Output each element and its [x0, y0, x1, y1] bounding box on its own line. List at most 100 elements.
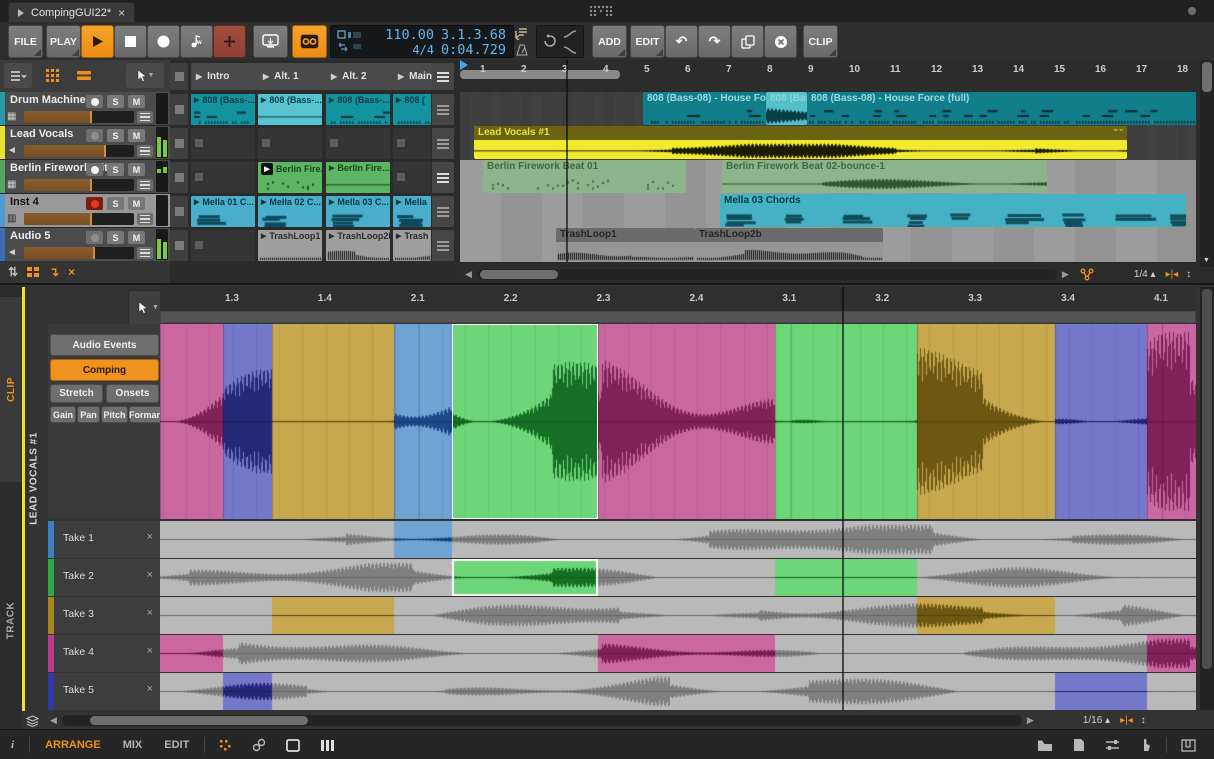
take-header[interactable]: Take 2×	[48, 559, 160, 596]
clip-play-icon[interactable]: ▶	[261, 96, 266, 104]
empty-clip-slot[interactable]	[326, 128, 390, 159]
take-delete-button[interactable]: ×	[147, 531, 153, 543]
tab-track[interactable]: TRACK	[0, 575, 22, 665]
comp-lane[interactable]	[160, 324, 1196, 519]
scroll-down-icon[interactable]: ▼	[1203, 257, 1210, 264]
arrangement-lane[interactable]: ⌄⌄Lead Vocals #1	[460, 126, 1196, 161]
return-to-arrangement-icon[interactable]: ↴	[49, 265, 59, 279]
zoom-to-fit-icon[interactable]: ▸|◂	[1120, 715, 1133, 726]
stop-button[interactable]	[114, 25, 147, 58]
launcher-clip[interactable]: ▶Mella 02 C...	[258, 196, 322, 227]
hscroll-thumb[interactable]	[480, 270, 558, 279]
clip-play-icon[interactable]: ▶	[194, 96, 199, 104]
file-panel-icon[interactable]	[1073, 738, 1085, 752]
volume-fader[interactable]	[24, 179, 134, 191]
track-row[interactable]: Lead VocalsSM◄	[0, 126, 170, 160]
vscroll-thumb[interactable]	[1202, 62, 1212, 92]
window-control-dot[interactable]	[1188, 7, 1196, 15]
clip-play-icon[interactable]: ▶	[329, 232, 334, 240]
launcher-clip[interactable]: ▶Mella 01 C...	[191, 196, 255, 227]
arrangement-clip[interactable]: Berlin Firework Beat 01	[483, 160, 686, 193]
record-arm-button[interactable]	[86, 129, 103, 142]
vscroll-thumb[interactable]	[1202, 289, 1212, 669]
scroll-left-icon[interactable]: ◀	[45, 715, 62, 726]
take-lane[interactable]	[160, 521, 1196, 558]
position-value[interactable]: 3.1.3.68	[436, 28, 506, 43]
empty-clip-slot[interactable]	[191, 230, 255, 261]
mute-button[interactable]: M	[128, 95, 145, 108]
link-icon[interactable]	[252, 738, 266, 752]
onsets-button[interactable]: Onsets	[106, 384, 159, 403]
comp-waveform[interactable]	[160, 324, 1196, 519]
view-mix[interactable]: MIX	[123, 739, 143, 751]
launcher-grid-toggle[interactable]	[40, 63, 64, 88]
clip-play-icon[interactable]: ▶	[396, 232, 401, 240]
track-layout-menu-button[interactable]	[4, 63, 32, 88]
take-waveform[interactable]	[160, 597, 1196, 634]
tempo-value[interactable]: 110.00	[372, 28, 434, 43]
volume-fader[interactable]	[24, 145, 134, 157]
hscroll-thumb[interactable]	[90, 716, 308, 725]
record-arm-button[interactable]	[86, 163, 103, 176]
clip-playing-icon[interactable]: ▶	[261, 163, 273, 175]
solo-button[interactable]: S	[107, 231, 124, 244]
arrangement-hscrollbar[interactable]	[477, 269, 1057, 280]
show-launcher-icon[interactable]	[219, 739, 232, 752]
gain-button[interactable]: Gain	[50, 406, 76, 423]
scene-cell-alt-1[interactable]: ▶Alt. 1	[258, 63, 327, 90]
volume-fader[interactable]	[24, 213, 134, 225]
launcher-clip[interactable]: ▶808 (	[393, 94, 431, 125]
lane-stack-icon[interactable]	[26, 715, 39, 727]
launcher-clip[interactable]: ▶808 (Bass-...	[258, 94, 322, 125]
play-button[interactable]	[81, 25, 114, 58]
mute-button[interactable]: M	[128, 197, 145, 210]
arrangement-lane[interactable]: Mella 03 Chords	[460, 194, 1196, 229]
audio-events-button[interactable]: Audio Events	[50, 334, 159, 356]
scroll-left-icon[interactable]: ◀	[460, 269, 477, 280]
take-delete-button[interactable]: ×	[147, 645, 153, 657]
add-button[interactable]: ADD	[592, 25, 627, 58]
solo-button[interactable]: S	[107, 129, 124, 142]
clip-menu-button[interactable]: CLIP	[803, 25, 838, 58]
track-stop-cell[interactable]	[170, 230, 188, 261]
track-menu-button[interactable]	[137, 247, 153, 259]
scroll-right-icon[interactable]: ▶	[1022, 715, 1039, 726]
undo-button[interactable]: ↶	[665, 25, 698, 58]
record-arm-button[interactable]	[86, 95, 103, 108]
single-panel-icon[interactable]	[286, 739, 300, 752]
stop-all-clips-icon[interactable]: ×	[68, 265, 75, 279]
comping-button[interactable]: Comping	[50, 359, 159, 381]
take-waveform[interactable]	[160, 635, 1196, 672]
solo-button[interactable]: S	[107, 95, 124, 108]
scene-play-icon[interactable]: ▶	[331, 72, 337, 81]
play-menu-button[interactable]: PLAY	[46, 25, 81, 58]
loop-button[interactable]	[541, 34, 559, 48]
solo-button[interactable]: S	[107, 163, 124, 176]
scene-cell-alt-2[interactable]: ▶Alt. 2	[326, 63, 395, 90]
track-stop-cell[interactable]	[170, 196, 188, 227]
pan-button[interactable]: Pan	[77, 406, 100, 423]
arrangement-ruler[interactable]: 123456789101112131415161718	[460, 60, 1196, 93]
project-tab-close-icon[interactable]: ×	[118, 8, 125, 18]
arrangement-clip[interactable]: 808 (Bass-08) - House Force (	[643, 92, 766, 125]
arrangement-clip[interactable]: 808 (Bass-08) - House Force (full)	[807, 92, 1196, 125]
monitor-routing-button[interactable]	[253, 25, 288, 58]
clip-play-icon[interactable]: ▶	[261, 198, 266, 206]
view-arrange[interactable]: ARRANGE	[45, 739, 101, 751]
metronome-button[interactable]	[516, 44, 528, 56]
mute-button[interactable]: M	[128, 129, 145, 142]
launcher-clip[interactable]: ▶TrashLoop2b	[326, 230, 390, 261]
track-menu-button[interactable]	[137, 145, 153, 157]
clip-play-icon[interactable]: ▶	[329, 164, 334, 172]
browser-folder-icon[interactable]	[1037, 739, 1053, 752]
volume-fader[interactable]	[24, 247, 134, 259]
io-panel-icon[interactable]	[1105, 739, 1120, 751]
solo-button[interactable]: S	[107, 197, 124, 210]
scene-play-icon[interactable]: ▶	[196, 72, 202, 81]
clip-play-icon[interactable]: ▶	[329, 198, 334, 206]
comp-expand-icon[interactable]: ⌄⌄	[1112, 126, 1123, 134]
take-lane[interactable]	[160, 673, 1196, 710]
time-value[interactable]: 0:04.729	[436, 43, 506, 58]
editor-ruler[interactable]: 1.31.42.12.22.32.43.13.23.33.44.1	[160, 287, 1196, 311]
take-lane[interactable]	[160, 635, 1196, 672]
